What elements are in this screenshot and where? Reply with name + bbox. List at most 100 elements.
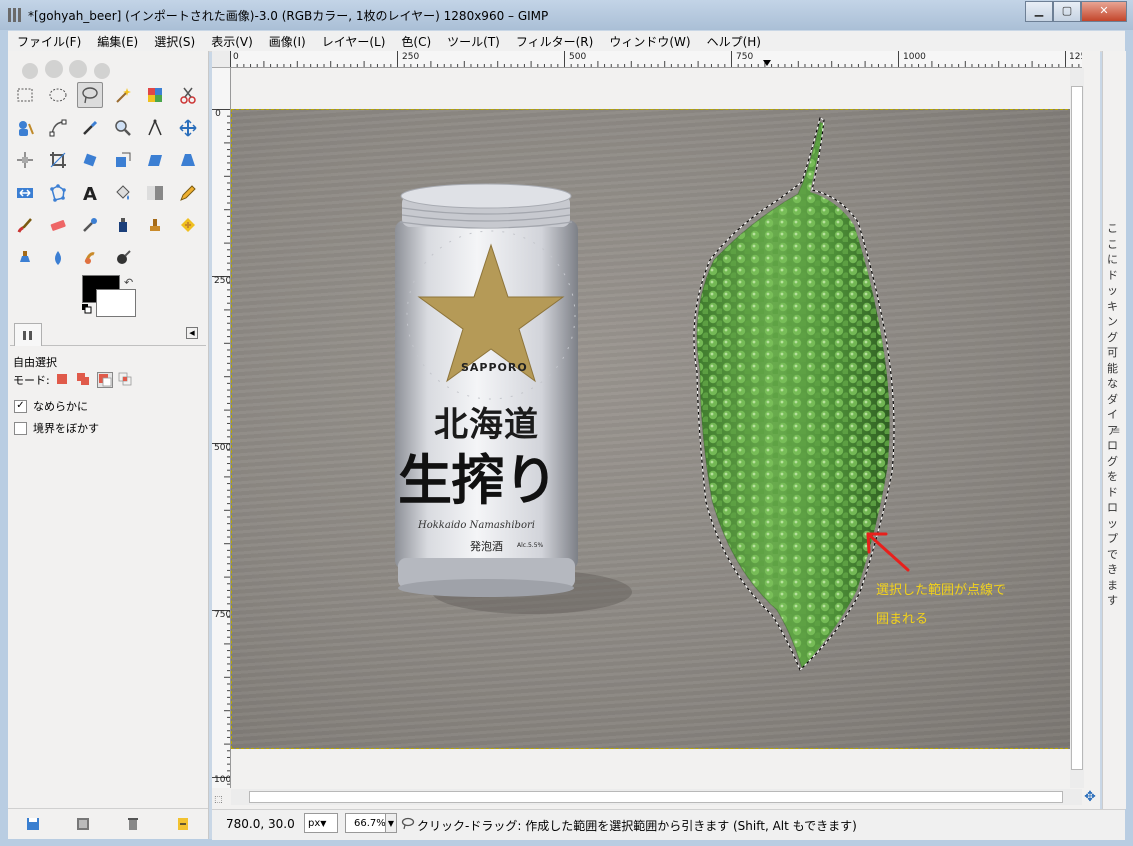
dodge-burn-tool[interactable] xyxy=(110,245,136,271)
zoom-chevron-down-icon[interactable]: ▼ xyxy=(385,813,397,833)
menu-colors[interactable]: 色(C) xyxy=(392,33,438,50)
free-select-tool[interactable] xyxy=(77,82,103,108)
flip-tool[interactable] xyxy=(12,180,38,206)
vertical-scroll-thumb[interactable] xyxy=(1071,86,1083,770)
vertical-ruler[interactable]: 0 250 500 750 1000 xyxy=(212,68,231,788)
airbrush-tool[interactable] xyxy=(77,212,103,238)
blur-sharpen-tool[interactable] xyxy=(45,245,71,271)
select-by-color-tool[interactable] xyxy=(142,82,168,108)
unit-value: px xyxy=(308,818,321,829)
mode-row: モード: xyxy=(13,372,134,388)
foreground-select-icon xyxy=(19,120,34,136)
reset-options-icon[interactable] xyxy=(176,817,190,831)
shear-tool[interactable] xyxy=(142,147,168,173)
tab-menu-button[interactable]: ◀ xyxy=(186,327,198,339)
bucket-fill-icon xyxy=(115,184,130,200)
measure-tool[interactable] xyxy=(142,115,168,141)
menu-image[interactable]: 画像(I) xyxy=(260,33,313,50)
tool-options-title: 自由選択 xyxy=(13,356,57,369)
close-button[interactable]: ✕ xyxy=(1081,1,1127,22)
menu-tools[interactable]: ツール(T) xyxy=(438,33,507,50)
unit-dropdown[interactable]: px▼ xyxy=(304,813,338,833)
mode-add-button[interactable] xyxy=(76,372,92,388)
pencil-icon xyxy=(179,184,196,201)
bucket-fill-tool[interactable] xyxy=(110,180,136,206)
ruler-left-label: 0 xyxy=(215,109,221,119)
mode-replace-button[interactable] xyxy=(55,372,71,388)
minimize-button[interactable]: ▁ xyxy=(1025,1,1053,22)
fuzzy-select-tool[interactable] xyxy=(110,82,136,108)
mode-label: モード: xyxy=(13,374,50,387)
vertical-scrollbar[interactable] xyxy=(1070,68,1084,788)
menu-edit[interactable]: 編集(E) xyxy=(88,33,145,50)
gourd-layer xyxy=(693,117,910,671)
menu-help[interactable]: ヘルプ(H) xyxy=(698,33,768,50)
save-options-icon[interactable] xyxy=(26,817,40,831)
paintbrush-tool[interactable] xyxy=(12,212,38,238)
navigate-icon[interactable]: ✥ xyxy=(1082,789,1098,805)
unit-chevron-down-icon: ▼ xyxy=(320,819,327,828)
antialias-checkbox[interactable]: ✓ xyxy=(14,399,27,413)
menu-select[interactable]: 選択(S) xyxy=(145,33,202,50)
mode-replace-icon xyxy=(56,374,67,384)
ink-icon xyxy=(118,218,127,232)
rotate-tool[interactable] xyxy=(77,147,103,173)
svg-text:A: A xyxy=(83,184,97,203)
smudge-tool[interactable] xyxy=(77,245,103,271)
rect-select-tool[interactable] xyxy=(12,82,38,108)
perspective-tool[interactable] xyxy=(175,147,201,173)
background-color-swatch[interactable] xyxy=(96,289,136,317)
eraser-tool[interactable] xyxy=(45,212,71,238)
scale-tool[interactable] xyxy=(110,147,136,173)
menu-view[interactable]: 表示(V) xyxy=(202,33,260,50)
align-tool[interactable] xyxy=(12,147,38,173)
horizontal-scrollbar[interactable]: ✥ xyxy=(231,789,1096,805)
text-tool[interactable]: A xyxy=(77,180,103,206)
foreground-select-tool[interactable] xyxy=(12,115,38,141)
crop-tool[interactable] xyxy=(45,147,71,173)
paths-tool[interactable] xyxy=(45,115,71,141)
mode-intersect-button[interactable] xyxy=(118,372,134,388)
canvas-viewport[interactable]: SAPPORO 北海道 生搾り Hokkaido Namashibori 発泡酒… xyxy=(231,68,1082,788)
mode-subtract-button[interactable] xyxy=(96,372,113,388)
image-canvas[interactable]: SAPPORO 北海道 生搾り Hokkaido Namashibori 発泡酒… xyxy=(231,109,1082,749)
free-select-icon xyxy=(82,87,98,104)
menu-filters[interactable]: フィルター(R) xyxy=(507,33,600,50)
feather-checkbox[interactable] xyxy=(14,421,27,435)
menu-file[interactable]: ファイル(F) xyxy=(8,33,88,50)
toolbox-panel: A ↶ ◀ 自由選択 モード: ✓ なめらかに 境界をぼかす xyxy=(8,51,209,839)
blend-tool[interactable] xyxy=(142,180,168,206)
ruler-corner[interactable] xyxy=(212,51,231,68)
cage-transform-tool[interactable] xyxy=(45,180,71,206)
dock-area: ここにドッキング可能なダイアログをドロップできます ≡ xyxy=(1102,51,1126,809)
reset-colors-icon[interactable] xyxy=(82,304,92,314)
ink-tool[interactable] xyxy=(110,212,136,238)
restore-options-icon[interactable] xyxy=(76,817,90,831)
pencil-tool[interactable] xyxy=(175,180,201,206)
move-tool[interactable] xyxy=(175,115,201,141)
smudge-icon xyxy=(84,251,95,264)
menu-layer[interactable]: レイヤー(L) xyxy=(313,33,393,50)
crop-icon xyxy=(49,152,66,168)
tool-options-tab[interactable] xyxy=(14,323,42,346)
free-select-status-icon xyxy=(401,817,415,830)
maximize-button[interactable]: ▢ xyxy=(1053,1,1081,22)
wilber-logo xyxy=(22,60,110,79)
delete-options-icon[interactable] xyxy=(126,817,140,831)
horizontal-scroll-thumb[interactable] xyxy=(249,791,1063,803)
quick-mask-icon[interactable]: ⬚ xyxy=(214,795,223,805)
scissors-select-tool[interactable] xyxy=(175,82,201,108)
dock-grip-icon[interactable]: ≡ xyxy=(1112,426,1120,437)
menu-windows[interactable]: ウィンドウ(W) xyxy=(600,33,697,50)
window-frame-left xyxy=(0,30,8,846)
clone-tool[interactable] xyxy=(142,212,168,238)
ellipse-select-tool[interactable] xyxy=(45,82,71,108)
horizontal-ruler[interactable]: 0 250 500 750 1000 125 xyxy=(230,51,1082,68)
color-picker-tool[interactable] xyxy=(77,115,103,141)
tool-options-tabs: ◀ xyxy=(10,321,206,346)
heal-tool[interactable] xyxy=(175,212,201,238)
zoom-tool[interactable] xyxy=(110,115,136,141)
perspective-clone-tool[interactable] xyxy=(12,245,38,271)
swap-colors-icon[interactable]: ↶ xyxy=(124,276,133,289)
ruler-top-label: 125 xyxy=(1069,52,1082,62)
